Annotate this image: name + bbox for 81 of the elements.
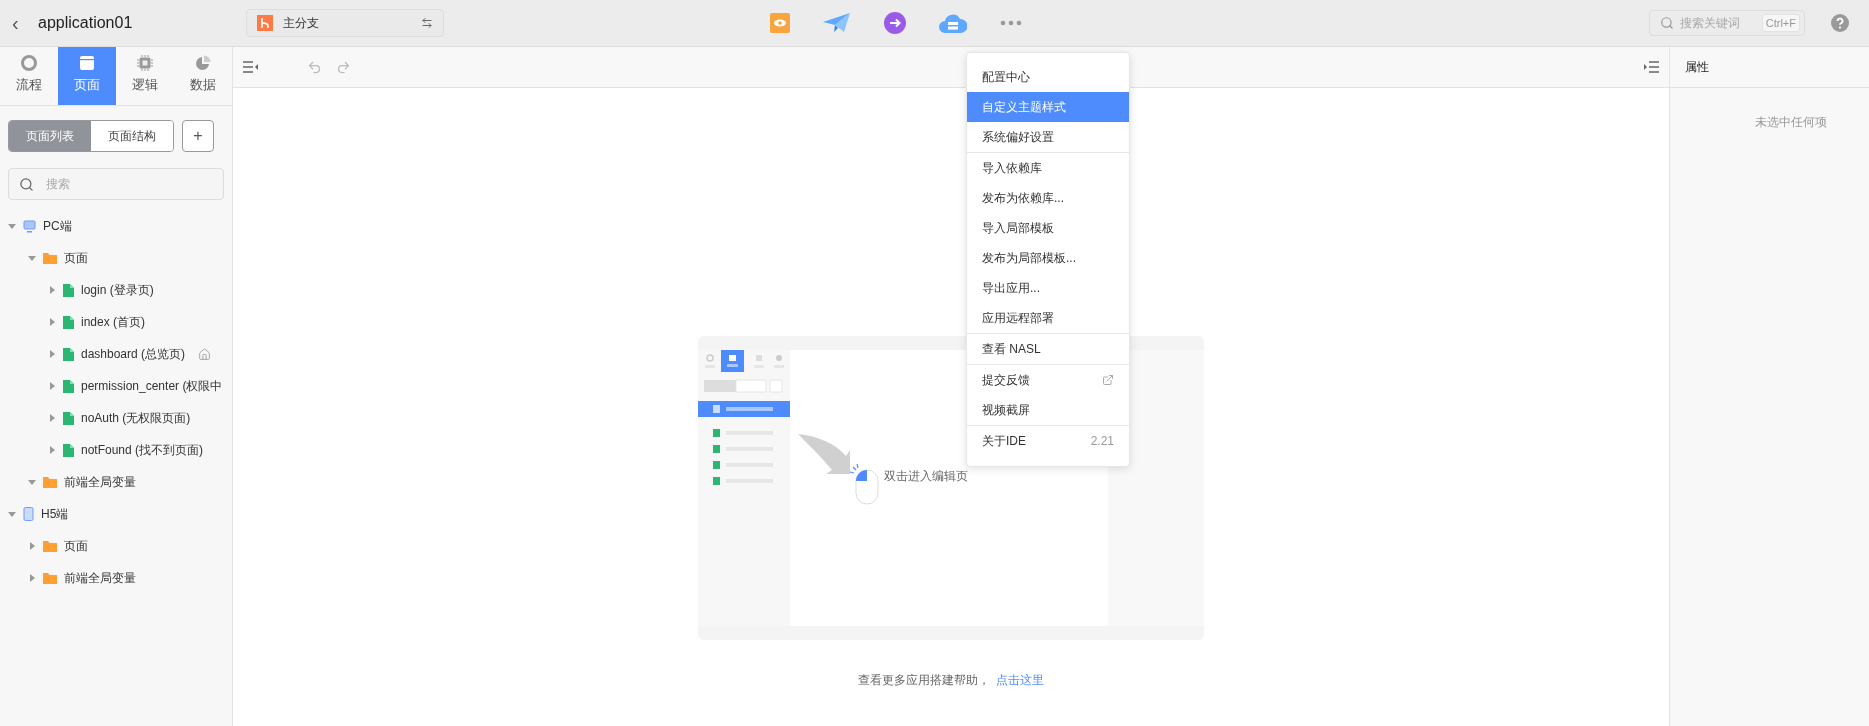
tree-item[interactable]: notFound (找不到页面): [81, 441, 204, 459]
caret-icon[interactable]: [48, 350, 56, 358]
branch-icon: [257, 15, 273, 31]
chip-icon: [137, 55, 153, 71]
menu-item[interactable]: 导入局部模板: [967, 213, 1129, 243]
add-button[interactable]: +: [182, 120, 214, 152]
tree-item[interactable]: 前端全局变量: [64, 473, 136, 491]
caret-icon[interactable]: [48, 318, 56, 326]
view-toggle[interactable]: 页面结构: [91, 121, 173, 151]
menu-item[interactable]: 查看 NASL: [967, 334, 1129, 364]
caret-icon[interactable]: [8, 222, 16, 230]
phone-icon: [23, 507, 34, 521]
menu-item[interactable]: 系统偏好设置: [967, 122, 1129, 152]
file-icon: [63, 443, 74, 457]
circle-icon: [21, 55, 37, 71]
tree-item[interactable]: H5端: [41, 505, 69, 523]
file-icon: [63, 411, 74, 425]
file-icon: [63, 283, 74, 297]
menu-item[interactable]: 视频截屏: [967, 395, 1129, 425]
folder-icon: [43, 252, 57, 264]
tree-item[interactable]: index (首页): [81, 313, 145, 331]
version-text: 2.21: [1090, 434, 1114, 448]
hint-text: 双击进入编辑页: [884, 468, 968, 485]
menu-item[interactable]: 配置中心: [967, 62, 1129, 92]
tree-item[interactable]: PC端: [43, 217, 72, 235]
menu-item[interactable]: 发布为局部模板...: [967, 243, 1129, 273]
file-icon: [63, 347, 74, 361]
caret-icon[interactable]: [8, 510, 16, 518]
branch-selector[interactable]: 主分支: [246, 9, 444, 37]
file-icon: [63, 315, 74, 329]
cloud-icon[interactable]: [939, 13, 967, 33]
folder-icon: [43, 572, 57, 584]
search-icon: [19, 176, 34, 192]
caret-icon[interactable]: [28, 478, 36, 486]
tree-item[interactable]: permission_center (权限中: [81, 377, 223, 395]
caret-icon[interactable]: [48, 382, 56, 390]
undo-icon[interactable]: [307, 59, 322, 75]
tree-item[interactable]: 页面: [64, 537, 88, 555]
caret-icon[interactable]: [28, 574, 36, 582]
tree-item[interactable]: dashboard (总览页): [81, 345, 186, 363]
collapse-icon[interactable]: [243, 61, 259, 73]
redo-icon[interactable]: [336, 59, 351, 75]
panel-title: 属性: [1685, 58, 1709, 76]
tree-item[interactable]: 前端全局变量: [64, 569, 136, 587]
menu-item[interactable]: 发布为依赖库...: [967, 183, 1129, 213]
sidebar-tab[interactable]: 数据: [174, 47, 232, 105]
menu-item[interactable]: 提交反馈: [967, 365, 1129, 395]
external-link-icon: [1102, 374, 1114, 386]
caret-icon[interactable]: [28, 542, 36, 550]
eye-icon[interactable]: [770, 13, 790, 33]
arrow-circle-icon[interactable]: [884, 12, 906, 34]
caret-icon[interactable]: [48, 446, 56, 454]
more-icon[interactable]: [1000, 20, 1022, 26]
window-icon: [79, 55, 95, 71]
app-title: application01: [38, 14, 134, 32]
tree-item[interactable]: login (登录页): [81, 281, 154, 299]
caret-icon[interactable]: [48, 414, 56, 422]
caret-icon[interactable]: [48, 286, 56, 294]
back-button[interactable]: ‹: [12, 11, 26, 35]
folder-icon: [43, 540, 57, 552]
menu-item[interactable]: 导入依赖库: [967, 153, 1129, 183]
empty-text: 未选中任何项: [1755, 114, 1828, 131]
caret-icon[interactable]: [28, 254, 36, 262]
expand-icon[interactable]: [1643, 61, 1659, 73]
file-icon: [63, 379, 74, 393]
monitor-icon: [23, 219, 36, 233]
switch-icon: [421, 17, 433, 29]
sidebar-tab[interactable]: 逻辑: [116, 47, 174, 105]
shortcut-key: Ctrl+F: [1761, 14, 1800, 32]
search-icon: [1660, 16, 1674, 30]
folder-icon: [43, 476, 57, 488]
sidebar-tab[interactable]: 流程: [0, 47, 58, 105]
help-icon[interactable]: [1831, 14, 1849, 32]
menu-item[interactable]: 关于IDE 2.21: [967, 426, 1129, 456]
help-text: 查看更多应用搭建帮助，: [858, 672, 990, 689]
menu-item[interactable]: 应用远程部署: [967, 303, 1129, 333]
pie-chart-icon: [195, 55, 211, 71]
tree-item[interactable]: noAuth (无权限页面): [81, 409, 191, 427]
menu-item[interactable]: 导出应用...: [967, 273, 1129, 303]
tree-item[interactable]: 页面: [64, 249, 88, 267]
paper-plane-icon[interactable]: [823, 12, 851, 34]
